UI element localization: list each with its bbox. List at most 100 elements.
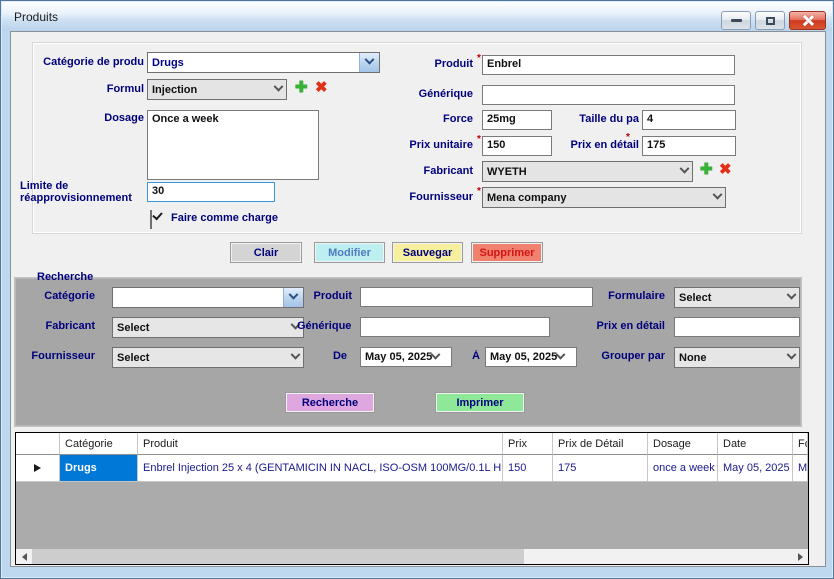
cell-prix-detail[interactable]: 175 (553, 455, 648, 482)
search-supplier-label: Fournisseur (19, 350, 95, 362)
close-button[interactable] (789, 11, 826, 30)
table-row[interactable]: Drugs Enbrel Injection 25 x 4 (GENTAMICI… (16, 455, 808, 482)
scrollbar-thumb[interactable] (32, 549, 524, 564)
retail-price-required: * (626, 132, 630, 143)
client-area: Catégorie de produ Drugs Formul Injectio… (10, 31, 826, 567)
cell-dosage[interactable]: once a week (648, 455, 718, 482)
cell-prix[interactable]: 150 (503, 455, 553, 482)
row-header-cell[interactable] (16, 455, 60, 482)
cell-produit[interactable]: Enbrel Injection 25 x 4 (GENTAMICIN IN N… (138, 455, 503, 482)
search-retail-label: Prix en détail (571, 320, 665, 332)
produits-window: Produits Catégorie de produ Drugs Formul… (0, 0, 834, 579)
search-category-select[interactable] (112, 287, 304, 308)
product-input[interactable]: Enbrel (482, 55, 735, 75)
unit-price-required: * (477, 134, 481, 145)
maximize-button[interactable] (755, 11, 785, 30)
chevron-down-icon (787, 350, 797, 360)
horizontal-scrollbar[interactable] (16, 549, 808, 564)
retail-price-input[interactable]: 175 (642, 136, 736, 156)
unit-price-label: Prix unitaire (341, 139, 473, 151)
cell-date[interactable]: May 05, 2025 (718, 455, 793, 482)
search-generic-input[interactable] (360, 317, 550, 337)
search-product-input[interactable] (360, 287, 593, 307)
modify-button[interactable]: Modifier (314, 242, 385, 263)
chevron-down-icon[interactable] (283, 288, 303, 307)
grid-header-produit[interactable]: Produit (138, 433, 503, 455)
search-retail-input[interactable] (674, 317, 800, 337)
delete-formulation-icon[interactable]: ✖ (315, 79, 328, 96)
add-manufacturer-icon[interactable]: ✚ (700, 161, 713, 178)
grid-header-date[interactable]: Date (718, 433, 793, 455)
supplier-select[interactable]: Mena company (482, 187, 726, 208)
search-category-label: Catégorie (19, 290, 95, 302)
search-supplier-select[interactable]: Select (112, 347, 304, 368)
grid-header-dosage[interactable]: Dosage (648, 433, 718, 455)
group-by-value: None (679, 352, 788, 364)
date-to-value: May 05, 2025 (490, 351, 557, 363)
delete-manufacturer-icon[interactable]: ✖ (719, 161, 732, 178)
window-title: Produits (14, 10, 58, 24)
search-form-label: Formulaire (571, 290, 665, 302)
minimize-icon (731, 19, 742, 22)
scroll-right-icon[interactable] (792, 549, 808, 564)
search-form-value: Select (679, 292, 788, 304)
search-manufacturer-label: Fabricant (19, 320, 95, 332)
dosage-label: Dosage (31, 112, 144, 124)
category-value: Drugs (152, 57, 355, 69)
formulation-label: Formul (31, 83, 144, 95)
scroll-left-icon[interactable] (16, 549, 32, 564)
chevron-down-icon (291, 350, 301, 360)
chevron-down-icon (431, 349, 441, 359)
pack-size-label: Taille du pa (531, 113, 639, 125)
results-grid: Catégorie Produit Prix Prix de Détail Do… (15, 432, 809, 565)
supplier-label: Fournisseur (341, 191, 473, 203)
product-label: Produit (341, 58, 473, 70)
chevron-down-icon (274, 82, 284, 92)
charge-checkbox[interactable] (150, 210, 152, 229)
retail-price-label: Prix en détail (531, 139, 639, 151)
search-button[interactable]: Recherche (285, 392, 375, 413)
group-by-label: Grouper par (571, 350, 665, 362)
title-bar[interactable]: Produits (2, 2, 832, 31)
search-product-label: Produit (312, 290, 352, 302)
product-required: * (477, 53, 481, 64)
search-manufacturer-select[interactable]: Select (112, 317, 304, 338)
date-to-label: À (464, 350, 480, 362)
save-button[interactable]: Sauvegar (392, 242, 463, 263)
date-from-picker[interactable]: May 05, 2025 (360, 347, 452, 367)
chevron-down-icon (680, 164, 690, 174)
date-from-value: May 05, 2025 (365, 351, 432, 363)
grid-header-fournisseur[interactable]: Fo (793, 433, 808, 455)
add-formulation-icon[interactable]: ✚ (295, 79, 308, 96)
minimize-button[interactable] (721, 11, 751, 30)
formulation-select[interactable]: Injection (147, 79, 287, 100)
clear-button[interactable]: Clair (230, 242, 302, 263)
search-generic-label: Générique (297, 320, 351, 332)
supplier-value: Mena company (487, 192, 714, 204)
dosage-textarea[interactable]: Once a week (147, 110, 319, 180)
cell-fournisseur[interactable]: Me (793, 455, 808, 482)
search-group-title: Recherche (37, 271, 93, 283)
generic-input[interactable] (482, 85, 735, 105)
chevron-down-icon (787, 290, 797, 300)
grid-header-prix[interactable]: Prix (503, 433, 553, 455)
formulation-value: Injection (152, 84, 275, 96)
strength-label: Force (341, 113, 473, 125)
manufacturer-value: WYETH (487, 166, 681, 178)
cell-categorie[interactable]: Drugs (60, 455, 138, 482)
grid-header-row: Catégorie Produit Prix Prix de Détail Do… (16, 433, 808, 455)
grid-header-categorie[interactable]: Catégorie (60, 433, 138, 455)
search-supplier-value: Select (117, 352, 292, 364)
reorder-limit-label: Limite deréapprovisionnement (20, 180, 150, 204)
date-to-picker[interactable]: May 05, 2025 (485, 347, 577, 367)
reorder-limit-input[interactable]: 30 (147, 182, 275, 202)
print-button[interactable]: Imprimer (435, 392, 525, 413)
delete-button[interactable]: Supprimer (471, 242, 543, 263)
group-by-select[interactable]: None (674, 347, 800, 368)
manufacturer-select[interactable]: WYETH (482, 161, 693, 182)
manufacturer-label: Fabricant (341, 165, 473, 177)
pack-size-input[interactable]: 4 (642, 110, 736, 130)
grid-header-prix-detail[interactable]: Prix de Détail (553, 433, 648, 455)
close-icon (802, 15, 813, 26)
search-form-select[interactable]: Select (674, 287, 800, 308)
